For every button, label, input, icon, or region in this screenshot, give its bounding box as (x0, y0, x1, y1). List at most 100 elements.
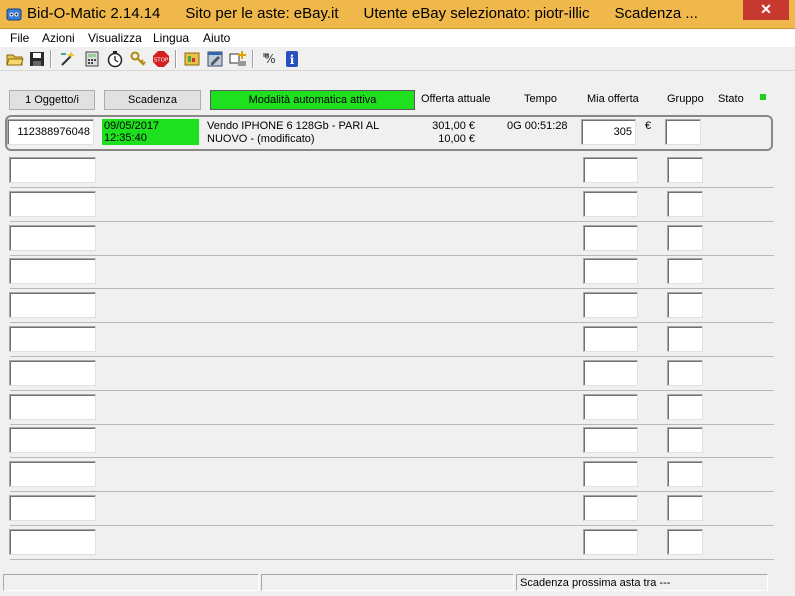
time-left: 0G 00:51:28 (507, 120, 568, 132)
group-field[interactable] (667, 326, 703, 352)
menu-aiuto[interactable]: Aiuto (203, 31, 230, 45)
folder-gear-icon[interactable] (183, 50, 201, 68)
item-id-field[interactable]: 112388976048 (7, 119, 94, 145)
item-description[interactable]: Vendo IPHONE 6 128Gb - PARI AL NUOVO - (… (207, 120, 407, 146)
my-bid-field[interactable] (583, 528, 638, 555)
col-status: Stato (718, 93, 744, 105)
save-disk-icon[interactable] (28, 50, 46, 68)
auction-row[interactable] (7, 423, 774, 459)
item-id-field[interactable] (9, 258, 96, 285)
item-id-field[interactable] (9, 292, 96, 319)
item-id-field[interactable] (9, 461, 96, 488)
deadline-sort-button[interactable]: Scadenza (104, 90, 201, 110)
group-field[interactable] (667, 292, 703, 319)
item-id-field[interactable] (9, 326, 96, 352)
group-field[interactable] (667, 461, 703, 488)
menu-visualizza[interactable]: Visualizza (88, 31, 142, 45)
price-cell: 301,00 € 10,00 € (407, 120, 475, 146)
auction-row[interactable] (7, 525, 774, 560)
key-icon[interactable] (129, 50, 147, 68)
status-panel-1 (3, 574, 259, 591)
auction-row[interactable] (7, 221, 774, 256)
col-my-bid: Mia offerta (587, 93, 639, 105)
auction-row[interactable] (7, 457, 774, 493)
item-id-field[interactable] (9, 393, 96, 420)
edit-window-icon[interactable] (206, 50, 224, 68)
my-bid-field[interactable] (583, 495, 638, 521)
my-bid-field[interactable] (583, 190, 638, 217)
header-row: 1 Oggetto/i Scadenza Modalità automatica… (0, 87, 795, 113)
open-folder-icon[interactable] (6, 50, 24, 68)
calculator-icon[interactable] (83, 50, 101, 68)
current-bid: 301,00 € (432, 120, 475, 132)
menu-azioni[interactable]: Azioni (42, 31, 75, 45)
auction-row[interactable]: 112388976048 09/05/2017 12:35:40 Vendo I… (5, 115, 773, 151)
group-field[interactable] (667, 258, 703, 285)
auction-row[interactable] (7, 322, 774, 357)
add-item-icon[interactable] (229, 50, 247, 68)
group-field[interactable] (667, 528, 703, 555)
group-field[interactable] (667, 190, 703, 217)
toolbar-separator (175, 50, 177, 68)
group-field[interactable] (667, 359, 703, 386)
group-field[interactable] (665, 119, 701, 145)
wizard-icon[interactable] (59, 50, 77, 68)
info-icon[interactable]: i (283, 50, 301, 68)
menu-file[interactable]: File (10, 31, 29, 45)
title-bar: Bid-O-Matic 2.14.14 Sito per le aste: eB… (0, 0, 795, 29)
svg-text:i: i (290, 53, 295, 67)
end-time: 12:35:40 (104, 132, 147, 144)
row-divider (10, 558, 774, 560)
my-bid-field[interactable] (583, 224, 638, 251)
status-panel-2 (261, 574, 514, 591)
auction-row[interactable] (7, 491, 774, 526)
currency-symbol: € (645, 120, 652, 132)
menu-lingua[interactable]: Lingua (153, 31, 189, 45)
item-id-field[interactable] (9, 427, 96, 454)
auction-list: 112388976048 09/05/2017 12:35:40 Vendo I… (0, 113, 795, 563)
item-id-field[interactable] (9, 495, 96, 521)
auction-row[interactable] (7, 390, 774, 425)
auction-row[interactable] (7, 254, 774, 290)
col-time: Tempo (524, 93, 558, 105)
my-bid-field[interactable] (583, 461, 638, 488)
svg-text:STOP: STOP (154, 58, 169, 64)
item-id-field[interactable] (9, 157, 96, 183)
app-icon (6, 8, 22, 21)
my-bid-field[interactable] (583, 359, 638, 386)
close-button[interactable]: ✕ (743, 0, 789, 20)
description-line: NUOVO - (modificato) (207, 133, 315, 145)
toolbar-separator (50, 50, 52, 68)
window-title: Bid-O-Matic 2.14.14 Sito per le aste: eB… (27, 5, 698, 22)
my-bid-field[interactable] (583, 393, 638, 420)
auction-row[interactable] (7, 153, 774, 188)
menu-bar: File Azioni Visualizza Lingua Aiuto (0, 29, 795, 47)
currency-icon[interactable]: % (261, 50, 279, 68)
item-id-field[interactable] (9, 359, 96, 386)
item-id-field[interactable] (9, 224, 96, 251)
my-bid-field[interactable] (583, 258, 638, 285)
col-current-bid: Offerta attuale (421, 93, 491, 105)
group-field[interactable] (667, 495, 703, 521)
group-field[interactable] (667, 427, 703, 454)
stop-sign-icon[interactable]: STOP (152, 50, 170, 68)
item-id-field[interactable] (9, 190, 96, 217)
auction-row[interactable] (7, 187, 774, 222)
status-led-icon (760, 94, 766, 100)
auto-mode-button[interactable]: Modalità automatica attiva (210, 90, 415, 110)
end-date-cell: 09/05/2017 12:35:40 (102, 119, 199, 145)
group-field[interactable] (667, 393, 703, 420)
group-field[interactable] (667, 224, 703, 251)
my-bid-field[interactable] (583, 427, 638, 454)
auction-row[interactable] (7, 356, 774, 391)
auction-row[interactable] (7, 288, 774, 324)
group-field[interactable] (667, 157, 703, 183)
my-bid-field[interactable] (583, 292, 638, 319)
status-bar: Scadenza prossima asta tra --- (0, 572, 795, 596)
my-bid-field[interactable] (583, 326, 638, 352)
my-bid-field[interactable] (583, 157, 638, 183)
item-id-field[interactable] (9, 528, 96, 555)
my-bid-field[interactable]: 305 (581, 119, 636, 145)
stopwatch-icon[interactable] (106, 50, 124, 68)
items-count-button[interactable]: 1 Oggetto/i (9, 90, 95, 110)
